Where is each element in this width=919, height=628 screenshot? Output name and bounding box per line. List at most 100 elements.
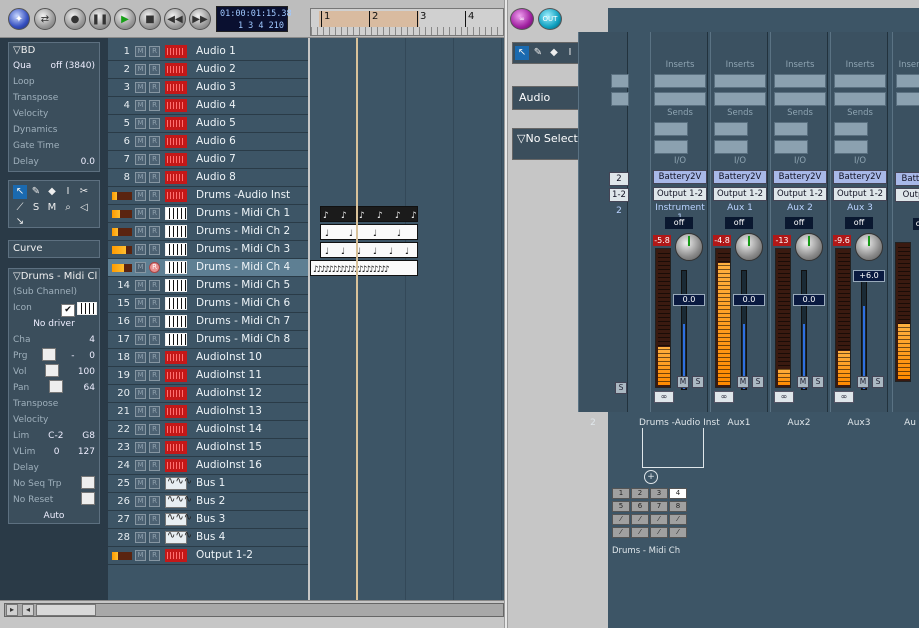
mute-button[interactable]: M [135, 226, 146, 237]
mute-button[interactable]: M [135, 316, 146, 327]
record-enable-button[interactable]: R [149, 190, 160, 201]
velocity-row[interactable]: Velocity [9, 412, 99, 428]
scissors-tool-icon[interactable]: ✂ [77, 185, 91, 199]
record-enable-button[interactable]: R [149, 316, 160, 327]
program-checkbox[interactable] [42, 348, 57, 361]
record-enable-button[interactable]: R [149, 406, 160, 417]
mute-button[interactable]: M [135, 532, 146, 543]
pan-knob[interactable] [675, 233, 703, 261]
mute-button[interactable]: M [135, 46, 146, 57]
track-name[interactable]: Bus 4 [196, 529, 225, 546]
pointer-tool-icon[interactable]: ↖ [13, 185, 27, 199]
walk-icon[interactable]: ✦ [8, 8, 30, 30]
delay-value[interactable]: 0.0 [81, 154, 95, 170]
insert-slot[interactable] [654, 74, 706, 88]
pointer-tool-icon[interactable]: ↖ [515, 46, 529, 60]
routing-icon[interactable]: + [644, 470, 658, 484]
record-enable-button[interactable]: R [149, 352, 160, 363]
mute-tool-icon[interactable]: M [45, 201, 59, 215]
eraser-tool-icon[interactable]: ◆ [547, 46, 561, 60]
record-enable-button[interactable]: R [149, 280, 160, 291]
rewind-button[interactable]: ◀◀ [164, 8, 186, 30]
track-row[interactable]: M R Drums -Audio Inst [108, 187, 308, 205]
track-name[interactable]: Audio 7 [196, 151, 236, 168]
stereo-link-button[interactable]: ∞ [774, 391, 794, 403]
track-name[interactable]: Audio 1 [196, 43, 236, 60]
track-name[interactable]: Drums - Midi Ch 2 [196, 223, 290, 240]
mute-button[interactable]: M [135, 406, 146, 417]
pencil-tool-icon[interactable]: ✎ [531, 46, 545, 60]
timeline-ruler[interactable]: 1 2 3 4 [310, 8, 504, 36]
track-row[interactable]: 20 M R AudioInst 12 [108, 385, 308, 403]
record-enable-button[interactable]: R [149, 496, 160, 507]
track-row[interactable]: 23 M R AudioInst 15 [108, 439, 308, 457]
horizontal-scrollbar[interactable]: ▸ ◂ [0, 600, 506, 628]
mini-grid-cell[interactable]: 3 [650, 488, 668, 499]
mute-button[interactable]: M [135, 370, 146, 381]
mute-button[interactable]: M [135, 388, 146, 399]
insert-slot[interactable] [714, 92, 766, 106]
icon-row[interactable]: Icon ✔ [9, 300, 99, 317]
send-slot[interactable] [714, 140, 748, 154]
mini-grid-cell[interactable]: ⁄ [612, 514, 630, 525]
output-select[interactable]: Output 1-2 [653, 187, 707, 201]
record-enable-button[interactable]: R [149, 388, 160, 399]
sync-icon[interactable]: ⇄ [34, 8, 56, 30]
midi-part[interactable]: ♩ ♩ ♩ ♩ [320, 224, 418, 240]
fader-value[interactable]: +6.0 [853, 270, 885, 282]
play-button[interactable]: ▶ [114, 8, 136, 30]
mute-button[interactable]: M [135, 478, 146, 489]
midi-part[interactable]: ♪ ♪ ♪ ♪ ♪ ♪ [320, 206, 418, 222]
track-row[interactable]: M R Output 1-2 [108, 547, 308, 565]
insert-slot[interactable] [896, 74, 919, 88]
peak-display[interactable]: -5.8 [653, 235, 671, 246]
mute-button[interactable]: M [135, 190, 146, 201]
record-enable-button[interactable]: R [149, 154, 160, 165]
record-enable-button[interactable]: R [149, 298, 160, 309]
record-enable-button[interactable]: R [149, 550, 160, 561]
track-row[interactable]: 6 M R Audio 6 [108, 133, 308, 151]
track-name[interactable]: AudioInst 12 [196, 385, 262, 402]
mini-grid-cell[interactable]: ⁄ [669, 514, 687, 525]
program-value[interactable]: 0 [89, 348, 95, 364]
mute-button[interactable]: M [135, 514, 146, 525]
track-name[interactable]: Audio 6 [196, 133, 236, 150]
mini-grid-cell[interactable]: ⁄ [650, 514, 668, 525]
input-select[interactable]: 2 [609, 172, 629, 186]
mini-grid-cell[interactable]: ⁄ [669, 527, 687, 538]
pause-button[interactable]: ❚❚ [89, 8, 111, 30]
collapse-triangle-icon[interactable]: ▽ [13, 271, 21, 282]
speaker-tool-icon[interactable]: ◁ [77, 201, 91, 215]
track-row[interactable]: 22 M R AudioInst 14 [108, 421, 308, 439]
peak-display[interactable]: -13 [773, 235, 791, 246]
solo-button[interactable]: S [692, 376, 704, 388]
mute-button[interactable]: M [857, 376, 869, 388]
fader-value[interactable]: 0.0 [733, 294, 765, 306]
send-slot[interactable] [774, 122, 808, 136]
send-slot[interactable] [654, 122, 688, 136]
record-enable-button[interactable]: R [149, 172, 160, 183]
pencil-tool-icon[interactable]: ✎ [29, 185, 43, 199]
track-name[interactable]: Audio 4 [196, 97, 236, 114]
volume-value[interactable]: 100 [78, 364, 95, 380]
track-name[interactable]: Drums - Midi Ch 5 [196, 277, 290, 294]
insert-slot[interactable] [714, 74, 766, 88]
record-enable-button[interactable]: R [149, 532, 160, 543]
limit-low[interactable]: C-2 [48, 428, 63, 444]
track-row[interactable]: 15 M R Drums - Midi Ch 6 [108, 295, 308, 313]
track-row[interactable]: 18 M R AudioInst 10 [108, 349, 308, 367]
solo-tool-icon[interactable]: S [29, 201, 43, 215]
record-enable-button[interactable]: R [149, 244, 160, 255]
track-name[interactable]: Drums - Midi Ch 7 [196, 313, 290, 330]
track-name[interactable]: Bus 3 [196, 511, 225, 528]
volume-fader[interactable] [741, 270, 747, 390]
volume-fader[interactable] [801, 270, 807, 390]
track-name[interactable]: Bus 1 [196, 475, 225, 492]
track-row[interactable]: 3 M R Audio 3 [108, 79, 308, 97]
insert-slot[interactable] [896, 92, 919, 106]
input-select[interactable]: Battery2V [773, 170, 827, 184]
pan-knob[interactable] [795, 233, 823, 261]
track-name[interactable]: Audio 3 [196, 79, 236, 96]
record-enable-button[interactable]: R [149, 424, 160, 435]
link-icon[interactable]: ∞ [510, 8, 534, 30]
